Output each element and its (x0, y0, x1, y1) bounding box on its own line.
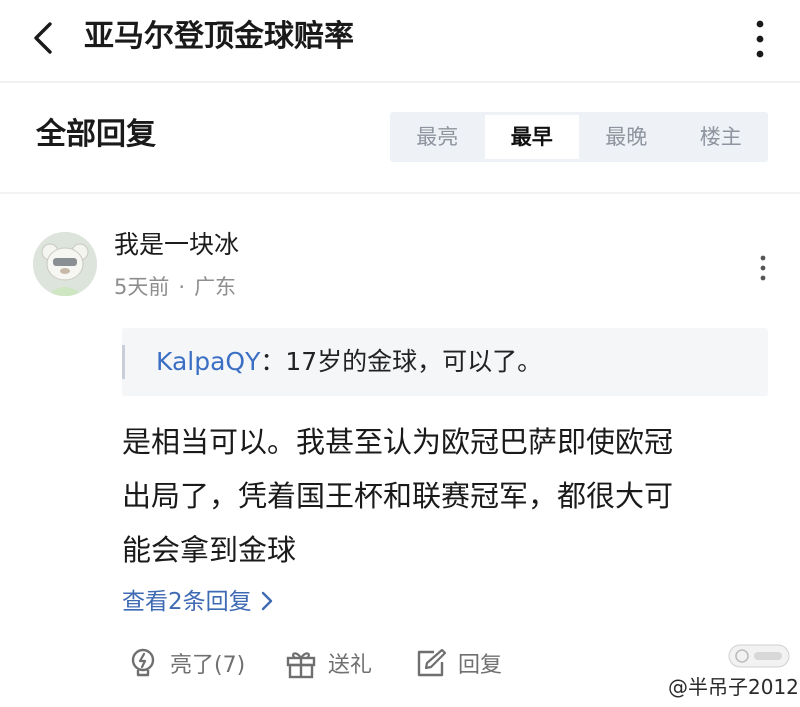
section-divider (0, 192, 800, 194)
quote-line: KalpaQY：17岁的金球，可以了。 (156, 328, 542, 396)
sort-tab-latest[interactable]: 最晚 (579, 115, 674, 159)
view-replies-label: 查看2条回复 (122, 589, 252, 615)
top-bar: 亚马尔登顶金球赔率 (0, 0, 800, 80)
reply-label: 回复 (458, 653, 503, 678)
avatar-image (33, 232, 97, 296)
comment-more-button[interactable] (748, 248, 778, 288)
sort-tab-op[interactable]: 楼主 (674, 115, 769, 159)
lightbulb-icon (131, 648, 155, 677)
comment-body-line: 能会拿到金球 (122, 533, 297, 567)
meta-separator: · (178, 275, 186, 299)
watermark-logo (728, 644, 790, 668)
header-divider (0, 81, 800, 83)
gift-button[interactable]: 送礼 (284, 642, 372, 684)
comment-meta: 5天前 · 广东 (114, 270, 236, 304)
quoted-comment[interactable]: KalpaQY：17岁的金球，可以了。 (122, 328, 768, 396)
sort-tabs: 最亮 最早 最晚 楼主 (390, 112, 768, 162)
back-button[interactable] (26, 18, 62, 58)
comment-location: 广东 (194, 275, 237, 299)
sort-tab-earliest[interactable]: 最早 (484, 115, 579, 159)
quote-bar (122, 345, 125, 379)
watermark-text: @半吊子2012 (668, 675, 799, 699)
page-title: 亚马尔登顶金球赔率 (84, 19, 354, 54)
more-vertical-icon (760, 255, 766, 281)
sort-tab-brightest[interactable]: 最亮 (390, 115, 485, 159)
chevron-right-icon (261, 591, 272, 611)
avatar[interactable] (33, 232, 97, 296)
weibo-logo-icon (728, 644, 790, 668)
like-count-label: 亮了(7) (170, 653, 246, 678)
reply-button[interactable]: 回复 (414, 642, 502, 684)
quote-text: 17岁的金球，可以了。 (285, 347, 543, 376)
comment-time: 5天前 (114, 275, 170, 299)
view-replies-link[interactable]: 查看2条回复 (122, 584, 278, 620)
quote-separator: ： (260, 347, 286, 376)
like-button[interactable]: 亮了(7) (126, 642, 245, 684)
comment-body-line: 是相当可以。我甚至认为欧冠巴萨即使欧冠 (122, 425, 674, 459)
comment-body-line: 出局了，凭着国王杯和联赛冠军，都很大可 (122, 479, 674, 513)
edit-icon (417, 648, 447, 677)
quote-author[interactable]: KalpaQY (156, 347, 260, 376)
chevron-left-icon (34, 22, 52, 54)
gift-label: 送礼 (328, 653, 373, 678)
gift-icon (286, 652, 316, 679)
more-button[interactable] (742, 14, 778, 64)
more-vertical-icon (756, 20, 764, 58)
section-title: 全部回复 (36, 117, 156, 152)
comment-body: 是相当可以。我甚至认为欧冠巴萨即使欧冠 出局了，凭着国王杯和联赛冠军，都很大可 … (122, 415, 762, 577)
username[interactable]: 我是一块冰 (114, 225, 239, 265)
